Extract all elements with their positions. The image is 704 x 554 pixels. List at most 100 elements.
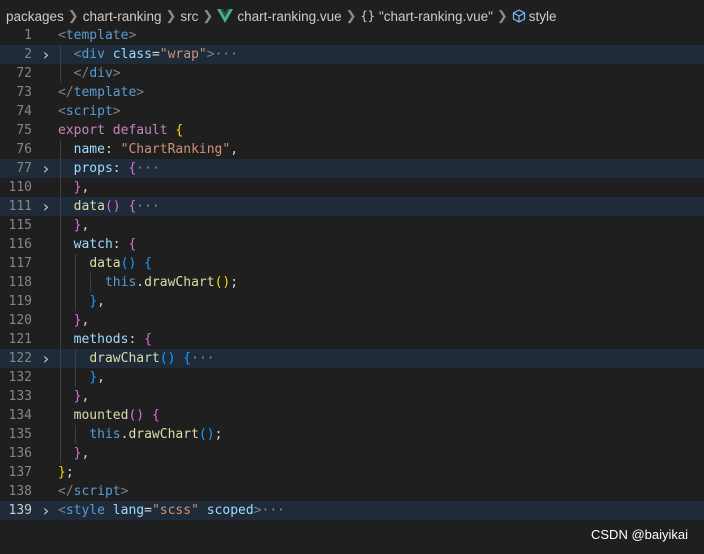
code-text: this.drawChart(); [58, 273, 238, 292]
fold-chevron-icon[interactable]: › [41, 45, 53, 64]
code-text: export default { [58, 121, 183, 140]
code-line[interactable]: 1 <template> [0, 26, 704, 45]
breadcrumb-item-packages[interactable]: packages [6, 9, 64, 24]
code-token: ; [230, 275, 239, 290]
code-line[interactable]: 120 }, [0, 311, 704, 330]
code-token: () [128, 408, 145, 423]
code-token: div [81, 47, 105, 62]
code-line[interactable]: 138 </script> [0, 482, 704, 501]
line-number: 137 [8, 465, 32, 480]
folded-ellipsis[interactable]: ··· [136, 161, 159, 176]
line-number: 115 [8, 218, 32, 233]
code-line[interactable]: 110 }, [0, 178, 704, 197]
line-number: 77 [16, 161, 32, 176]
code-line[interactable]: 73 </template> [0, 83, 704, 102]
code-line[interactable]: 118 this.drawChart(); [0, 273, 704, 292]
line-number: 116 [8, 237, 32, 252]
code-text: props: {··· [58, 159, 160, 178]
code-token: script [65, 104, 113, 119]
code-token: , [81, 218, 90, 233]
code-token: . [136, 275, 145, 290]
breadcrumb-item-src[interactable]: src [180, 9, 198, 24]
code-token: () [198, 427, 215, 442]
line-number: 139 [8, 503, 32, 518]
code-line[interactable]: 111 › data() {··· [0, 197, 704, 216]
line-number: 117 [8, 256, 32, 271]
code-editor[interactable]: 1 <template> 2 › <div class="wrap">··· 72 </… [0, 26, 704, 520]
code-token: lang [112, 503, 145, 518]
code-line[interactable]: 77 › props: {··· [0, 159, 704, 178]
code-line[interactable]: 132 }, [0, 368, 704, 387]
code-token: this [89, 427, 121, 442]
code-line[interactable]: 121 methods: { [0, 330, 704, 349]
code-line[interactable]: 133 }, [0, 387, 704, 406]
code-line[interactable]: 122 › drawChart() {··· [0, 349, 704, 368]
code-token: { [151, 408, 160, 423]
code-line[interactable]: 115 }, [0, 216, 704, 235]
code-token: , [81, 180, 90, 195]
folded-ellipsis[interactable]: ··· [136, 199, 159, 214]
breadcrumb-item-file[interactable]: chart-ranking.vue [237, 9, 341, 24]
line-number: 110 [8, 180, 32, 195]
code-token: > [128, 28, 137, 43]
code-token: "ChartRanking" [120, 142, 231, 157]
code-token: () [159, 351, 176, 366]
breadcrumb-item-chart-ranking[interactable]: chart-ranking [83, 9, 162, 24]
code-line[interactable]: 75 export default { [0, 121, 704, 140]
code-line[interactable]: 119 }, [0, 292, 704, 311]
code-line[interactable]: 136 }, [0, 444, 704, 463]
code-line[interactable]: 139 › <style lang="scss" scoped>··· [0, 501, 704, 520]
code-line[interactable]: 137}; [0, 463, 704, 482]
code-token: default [112, 123, 168, 138]
code-token: , [81, 313, 90, 328]
fold-chevron-icon[interactable]: › [41, 197, 53, 216]
code-token: < [58, 503, 66, 518]
code-line[interactable]: 74 <script> [0, 102, 704, 121]
code-token: { [128, 237, 137, 252]
code-token: : [112, 237, 129, 252]
line-number: 136 [8, 446, 32, 461]
code-token: export [58, 123, 105, 138]
code-token: } [89, 294, 98, 309]
code-token: ; [65, 465, 74, 480]
code-token: drawChart [89, 351, 160, 366]
code-line[interactable]: 135 this.drawChart(); [0, 425, 704, 444]
fold-chevron-icon[interactable]: › [41, 501, 53, 520]
breadcrumb-item-style[interactable]: style [529, 9, 557, 24]
code-token: style [65, 503, 105, 518]
folded-ellipsis[interactable]: ··· [215, 47, 238, 62]
line-number: 2 [24, 47, 32, 62]
code-line[interactable]: 76 name: "ChartRanking", [0, 140, 704, 159]
code-line[interactable]: 116 watch: { [0, 235, 704, 254]
folded-ellipsis[interactable]: ··· [262, 503, 285, 518]
code-token: > [136, 85, 145, 100]
code-line[interactable]: 2 › <div class="wrap">··· [0, 45, 704, 64]
line-number: 72 [16, 66, 32, 81]
line-number: 134 [8, 408, 32, 423]
code-line[interactable]: 134 mounted() { [0, 406, 704, 425]
code-token: ; [214, 427, 223, 442]
code-line[interactable]: 72 </div> [0, 64, 704, 83]
code-text: }, [58, 292, 105, 311]
code-token: , [230, 142, 239, 157]
code-token: } [89, 370, 98, 385]
fold-chevron-icon[interactable]: › [41, 159, 53, 178]
folded-ellipsis[interactable]: ··· [191, 351, 214, 366]
fold-chevron-icon[interactable]: › [41, 349, 53, 368]
breadcrumb-item-symbol[interactable]: "chart-ranking.vue" [379, 9, 493, 24]
code-line[interactable]: 117 data() { [0, 254, 704, 273]
line-number: 75 [16, 123, 32, 138]
code-token: drawChart [128, 427, 199, 442]
chevron-right-icon: ❯ [202, 8, 214, 23]
line-number: 120 [8, 313, 32, 328]
